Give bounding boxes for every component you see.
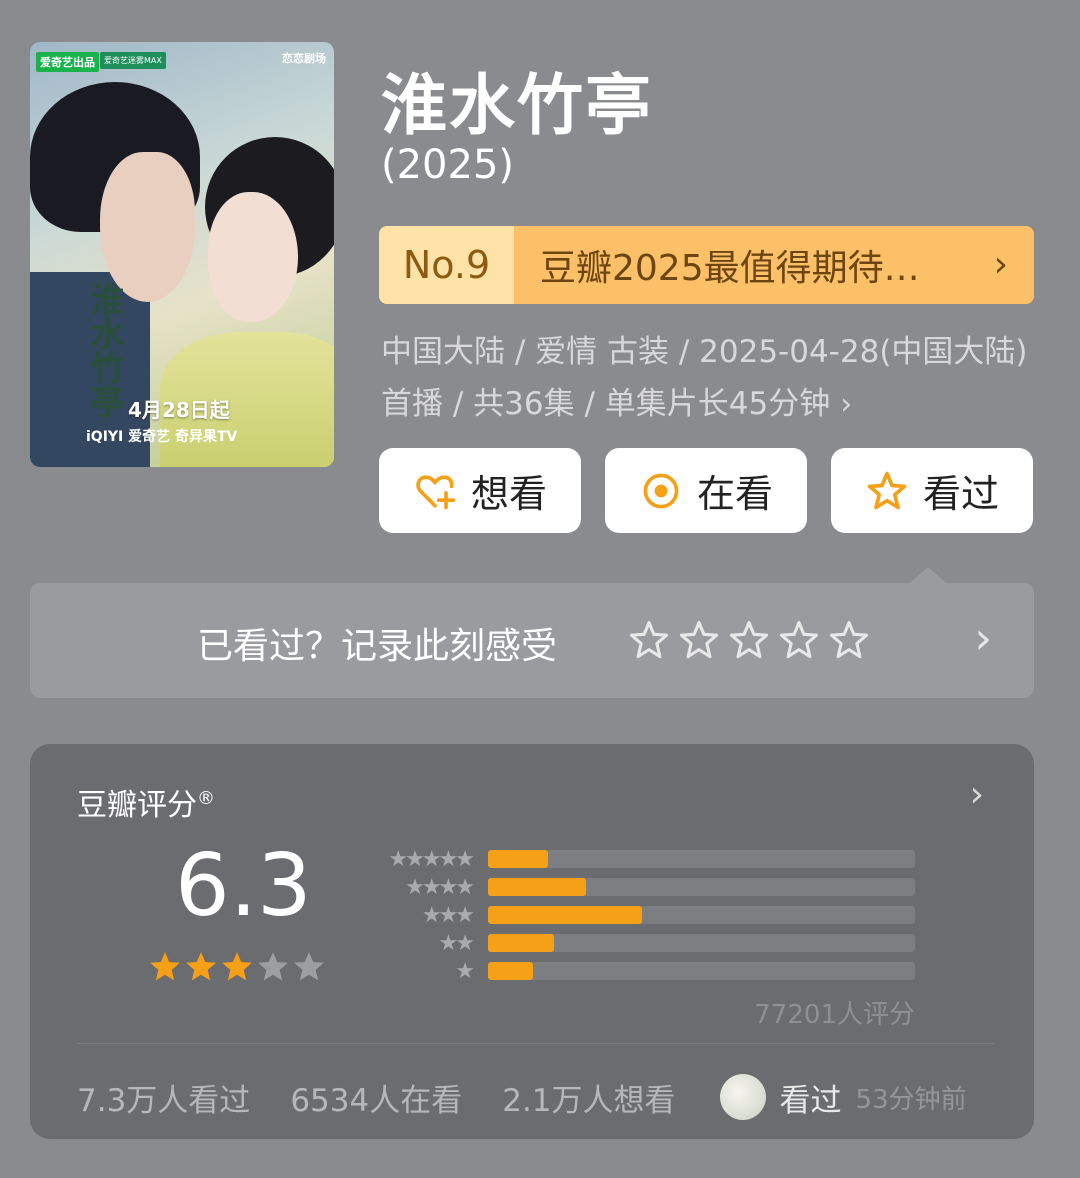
- star-filled-icon: [150, 952, 180, 981]
- registered-mark: ®: [197, 788, 215, 809]
- distribution-stars-label: ★★★★★: [388, 847, 475, 872]
- friend-status: 看过: [779, 1082, 842, 1119]
- rating-label-text: 豆瓣评分: [77, 788, 197, 823]
- rating-label: 豆瓣评分®: [77, 780, 215, 824]
- ranking-title-container: 豆瓣2025最值得期待… ›: [514, 226, 1034, 304]
- show-meta-text: 中国大陆 / 爱情 古装 / 2025-04-28(中国大陆)首播 / 共36集…: [381, 334, 1028, 422]
- rating-count: 77201人评分: [754, 1000, 915, 1030]
- poster-logo: 恋恋剧场: [282, 52, 326, 65]
- poster-figure-face: [208, 192, 298, 322]
- distribution-stars-label: ★★★: [421, 903, 475, 928]
- record-star-rating[interactable]: [628, 619, 870, 661]
- distribution-bar-fill: [488, 962, 533, 980]
- ranking-title: 豆瓣2025最值得期待…: [540, 248, 920, 289]
- rating-card[interactable]: 豆瓣评分® › 6.3 ★★★★★ ★★★★ ★★★ ★★ ★ 77201人评分 7.3…: [30, 744, 1034, 1139]
- release-year: (2025): [381, 142, 515, 188]
- poster-badge-producer: 爱奇艺出品: [36, 52, 99, 72]
- poster-figure-face: [100, 152, 195, 302]
- divider: [77, 1043, 994, 1044]
- star-empty-icon: [258, 952, 288, 981]
- chevron-right-icon[interactable]: ›: [970, 774, 984, 815]
- want-to-watch-button[interactable]: 想看: [379, 448, 581, 533]
- record-prompt: 已看过？记录此刻感受: [197, 626, 558, 667]
- ranking-number: No.9: [379, 226, 514, 304]
- chevron-right-icon: ›: [974, 613, 992, 664]
- record-feeling-card[interactable]: 已看过？记录此刻感受 ›: [30, 567, 1034, 698]
- star-outline-icon: [867, 471, 907, 509]
- watched-button[interactable]: 看过: [831, 448, 1033, 533]
- star-outline-icon[interactable]: [728, 619, 770, 661]
- watched-label: 看过: [922, 472, 999, 516]
- want-to-watch-label: 想看: [470, 472, 547, 516]
- score-stars: [148, 950, 326, 984]
- poster-platforms: iQIYI 爱奇艺 奇异果TV: [86, 429, 238, 445]
- avatar[interactable]: [719, 1074, 766, 1120]
- chevron-right-icon: ›: [993, 244, 1008, 285]
- distribution-bar-track: [488, 934, 915, 952]
- page-title: 淮水竹亭: [381, 67, 653, 144]
- watched-count[interactable]: 7.3万人看过: [77, 1075, 250, 1120]
- distribution-bar-fill: [488, 878, 587, 896]
- distribution-bar-fill: [488, 906, 642, 924]
- distribution-stars-label: ★★★★: [405, 875, 475, 900]
- distribution-bar-fill: [488, 934, 555, 952]
- poster-calligraphy-title: 淮水竹亭: [84, 282, 124, 418]
- star-empty-icon: [294, 952, 324, 981]
- chevron-right-icon: ›: [840, 387, 853, 422]
- star-outline-icon[interactable]: [828, 619, 870, 661]
- star-outline-icon[interactable]: [628, 619, 670, 661]
- watching-button[interactable]: 在看: [605, 448, 807, 533]
- poster-badge-label: 爱奇艺迷雾MAX: [100, 52, 166, 69]
- stats-footer: 7.3万人看过 6534人在看 2.1万人想看 看过 53分钟前: [77, 1074, 967, 1120]
- distribution-stars-label: ★★: [438, 931, 475, 956]
- distribution-bar-fill: [488, 850, 548, 868]
- distribution-stars-label: ★: [455, 959, 475, 984]
- heart-plus-icon: [416, 474, 456, 509]
- star-filled-icon: [186, 952, 216, 981]
- distribution-bar-track: [488, 850, 915, 868]
- card-pointer: [910, 567, 946, 583]
- show-meta[interactable]: 中国大陆 / 爱情 古装 / 2025-04-28(中国大陆)首播 / 共36集…: [381, 326, 1041, 431]
- star-outline-icon[interactable]: [678, 619, 720, 661]
- distribution-bar-track: [488, 962, 915, 980]
- watching-label: 在看: [696, 472, 773, 516]
- rating-score: 6.3: [175, 836, 312, 936]
- poster-image[interactable]: 爱奇艺出品 爱奇艺迷雾MAX 恋恋剧场 淮水竹亭 4月28日起 iQIYI 爱奇…: [30, 42, 334, 467]
- distribution-bar-track: [488, 906, 915, 924]
- want-count[interactable]: 2.1万人想看: [502, 1075, 675, 1120]
- ranking-banner[interactable]: No.9 豆瓣2025最值得期待… ›: [379, 226, 1034, 304]
- watching-count[interactable]: 6534人在看: [290, 1075, 462, 1120]
- friend-time: 53分钟前: [855, 1084, 967, 1115]
- distribution-bar-track: [488, 878, 915, 896]
- star-filled-icon: [222, 952, 252, 981]
- poster-date: 4月28日起: [128, 398, 230, 422]
- star-outline-icon[interactable]: [778, 619, 820, 661]
- target-icon: [643, 473, 679, 508]
